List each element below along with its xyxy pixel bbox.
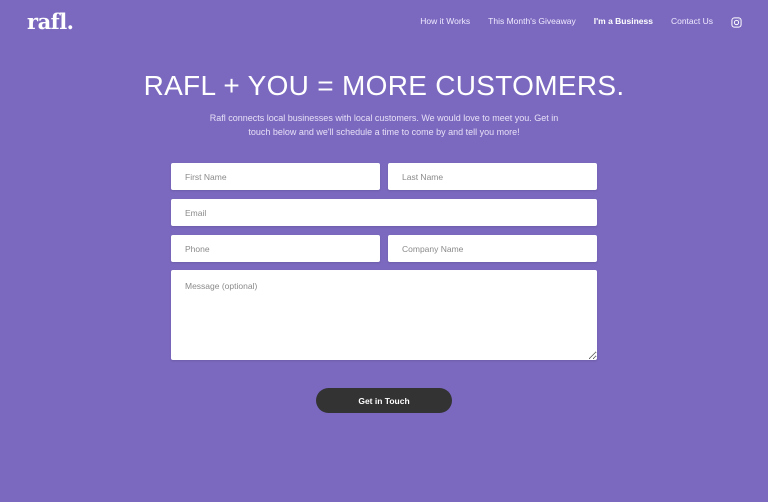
top-nav: How it Works This Month's Giveaway I'm a… — [402, 15, 742, 28]
logo[interactable]: rafl. — [27, 9, 74, 34]
page-title: RAFL + YOU = MORE CUSTOMERS. — [143, 70, 625, 101]
page-subtitle: Rafl connects local businesses with loca… — [209, 113, 559, 137]
nav-link-how-it-works[interactable]: How it Works — [420, 16, 470, 26]
get-in-touch-button[interactable]: Get in Touch — [316, 388, 452, 413]
first-name-field[interactable] — [171, 163, 380, 190]
instagram-icon[interactable] — [731, 15, 742, 28]
company-name-field[interactable] — [388, 235, 597, 262]
nav-link-business[interactable]: I'm a Business — [594, 16, 653, 26]
email-field[interactable] — [171, 199, 597, 226]
message-field[interactable] — [171, 270, 597, 360]
nav-link-giveaway[interactable]: This Month's Giveaway — [488, 16, 576, 26]
phone-field[interactable] — [171, 235, 380, 262]
nav-link-contact[interactable]: Contact Us — [671, 16, 713, 26]
last-name-field[interactable] — [388, 163, 597, 190]
